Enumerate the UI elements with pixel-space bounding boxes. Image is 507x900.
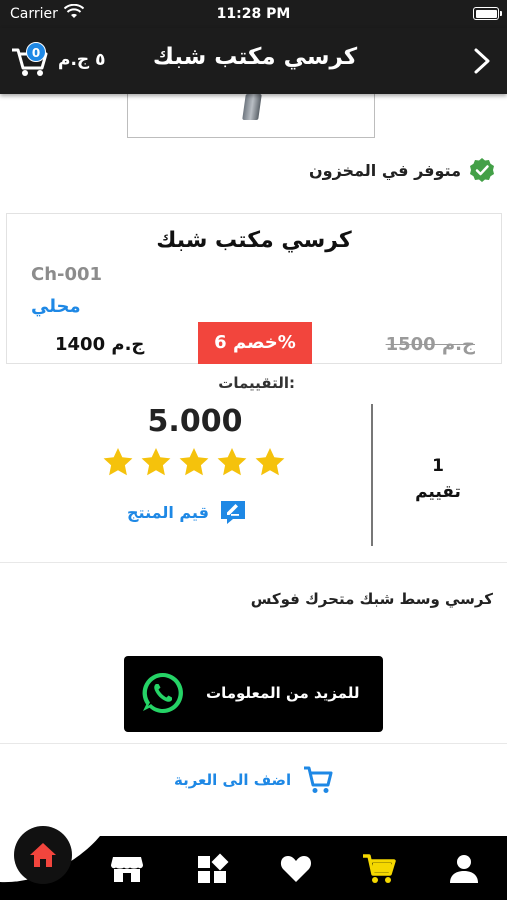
whatsapp-icon <box>142 672 183 713</box>
ratings-divider <box>371 404 373 546</box>
header-cart-button[interactable]: 0 <box>10 42 50 78</box>
tab-categories[interactable] <box>195 852 229 886</box>
status-bar: Carrier 11:28 PM <box>0 0 507 28</box>
categories-icon <box>198 853 229 883</box>
rating-count-label: تقييم <box>415 482 461 502</box>
rate-product-label: قيم المنتج <box>127 502 209 522</box>
tab-home[interactable] <box>14 826 72 884</box>
tab-cart[interactable] <box>362 852 396 886</box>
rate-product-button[interactable]: قيم المنتج <box>127 498 247 526</box>
product-origin[interactable]: محلي <box>31 296 81 317</box>
bottom-tab-bar <box>0 836 507 900</box>
star-icon <box>141 448 171 476</box>
chevron-right-icon <box>474 48 490 74</box>
profile-icon <box>450 855 478 883</box>
back-button[interactable] <box>467 44 497 78</box>
stock-label: متوفر في المخزون <box>308 160 461 180</box>
product-sku: Ch-001 <box>31 264 103 285</box>
cart-icon <box>304 766 333 793</box>
status-time: 11:28 PM <box>216 6 291 22</box>
check-badge-icon <box>470 158 494 182</box>
store-icon <box>111 857 143 882</box>
add-to-cart-button[interactable]: اضف الى العربة <box>174 764 333 796</box>
tab-profile[interactable] <box>447 852 481 886</box>
page-title: كرسي مكتب شبك <box>152 44 358 70</box>
tab-store[interactable] <box>110 852 144 886</box>
product-description: كرسي وسط شبك متحرك فوكس <box>250 590 493 608</box>
star-icon <box>179 448 209 476</box>
product-old-price: 1500 ج.م <box>385 334 475 355</box>
star-icon <box>255 448 285 476</box>
section-divider <box>0 562 507 563</box>
add-to-cart-label: اضف الى العربة <box>174 771 292 789</box>
tab-bar-background <box>0 836 507 900</box>
chair-image-part <box>242 94 262 120</box>
product-price: 1400 ج.م <box>55 334 145 355</box>
navigation-bar: 0 ٥ ج.م كرسي مكتب شبك <box>0 28 507 94</box>
tab-favorites[interactable] <box>279 852 313 886</box>
section-divider <box>0 743 507 744</box>
cart-icon <box>363 854 396 883</box>
rating-score: 5.000 <box>147 404 243 439</box>
ratings-heading: التقييمات: <box>218 374 295 392</box>
whatsapp-label: للمزيد من المعلومات <box>206 684 360 702</box>
stock-status: متوفر في المخزون <box>309 156 495 184</box>
discount-badge: خصم 6% <box>198 322 312 364</box>
cart-count-badge: 0 <box>26 42 46 62</box>
whatsapp-button[interactable]: للمزيد من المعلومات <box>124 656 383 732</box>
home-icon <box>30 843 56 867</box>
star-icon <box>217 448 247 476</box>
edit-icon <box>220 501 245 524</box>
rating-count: 1 <box>432 456 444 476</box>
heart-icon <box>280 856 312 882</box>
cart-total: ٥ ج.م <box>58 50 106 70</box>
star-icon <box>103 448 133 476</box>
battery-icon <box>473 7 502 20</box>
rating-stars <box>102 446 286 482</box>
product-name: كرسي مكتب شبك <box>156 228 352 253</box>
product-info-card: كرسي مكتب شبك Ch-001 محلي 1400 ج.م خصم 6… <box>6 213 502 364</box>
